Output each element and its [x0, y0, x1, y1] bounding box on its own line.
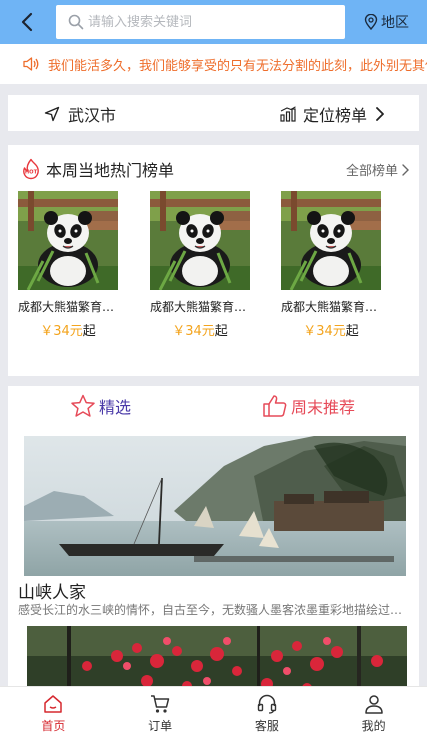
hot-card[interactable]: 成都大熊猫繁育研究基地 ￥34元起: [281, 191, 383, 339]
price-unit: 元: [201, 324, 215, 339]
price-amount: 34: [53, 324, 70, 339]
post-image[interactable]: [24, 436, 406, 576]
city-selector[interactable]: 武汉市: [44, 102, 116, 126]
panda-thumbnail: [281, 191, 381, 290]
price-unit: 元: [69, 324, 83, 339]
speaker-icon: [23, 57, 39, 71]
hot-badge-icon: HOT: [23, 158, 39, 180]
bar-chart-icon: [280, 106, 296, 122]
price-unit: 元: [332, 324, 346, 339]
hot-card[interactable]: 成都大熊猫繁育研究基地 ￥34元起: [150, 191, 252, 339]
price-amount: 34: [185, 324, 202, 339]
top-header: 地区: [0, 0, 427, 44]
user-icon: [364, 695, 383, 714]
all-rankings-label: 全部榜单: [345, 164, 398, 179]
hot-card-price: ￥34元起: [150, 320, 250, 339]
recommend-section: 精选 周末推荐 山峡人家 感受长江的水三峡的情怀，自古至今，无数骚人墨客浓墨重彩…: [8, 386, 419, 686]
hot-card-name: 成都大熊猫繁育研究基地: [150, 300, 252, 314]
page: 地区 我们能活多久，我们能够享受的只有无法分割的此刻，此外别无其他。 武汉市 定…: [0, 0, 427, 737]
chevron-right-icon: [402, 163, 409, 176]
hot-ranking-header: HOT 本周当地热门榜单: [20, 157, 174, 181]
hot-badge-text: HOT: [25, 170, 38, 176]
tab-featured-label: 精选: [99, 398, 132, 417]
city-bar: 武汉市 定位榜单: [8, 95, 419, 131]
price-currency: ￥: [172, 324, 186, 339]
tab-orders-label: 订单: [148, 719, 173, 733]
tab-home[interactable]: 首页: [0, 687, 107, 737]
tab-weekend-label: 周末推荐: [291, 398, 356, 417]
rank-label: 定位榜单: [302, 106, 367, 125]
hot-ranking-section: HOT 本周当地热门榜单 全部榜单 成都大熊猫繁育研 ￥34元起 成都大熊猫繁育…: [8, 145, 419, 376]
panda-thumbnail: [18, 191, 118, 290]
tab-orders[interactable]: 订单: [107, 687, 214, 737]
panda-thumbnail: [150, 191, 250, 290]
tab-service-label: 客服: [254, 719, 279, 733]
tab-profile-label: 我的: [361, 719, 386, 733]
price-suffix: 起: [82, 324, 96, 339]
headset-icon: [257, 694, 277, 714]
city-name: 武汉市: [68, 106, 117, 125]
hot-card-price: ￥34元起: [18, 320, 118, 339]
hot-card[interactable]: 成都大熊猫繁育研究基地 ￥34元起: [18, 191, 120, 339]
tab-service[interactable]: 客服: [214, 687, 321, 737]
home-icon: [44, 695, 63, 713]
search-input[interactable]: [88, 5, 338, 39]
search-icon: [68, 14, 84, 30]
post-title[interactable]: 山峡人家: [18, 578, 86, 603]
price-currency: ￥: [40, 324, 54, 339]
back-button[interactable]: [16, 9, 40, 35]
location-pin-icon: [364, 14, 378, 30]
tab-weekend[interactable]: 周末推荐: [262, 394, 355, 418]
chevron-right-icon: [376, 107, 384, 121]
hot-cards: 成都大熊猫繁育研究基地 ￥34元起: [18, 191, 418, 341]
bottom-tab-bar: 首页 订单 客服 我的: [0, 686, 427, 737]
price-suffix: 起: [345, 324, 359, 339]
region-label: 地区: [381, 15, 409, 31]
location-rank-link[interactable]: 定位榜单: [279, 102, 385, 126]
star-icon: [71, 394, 95, 417]
price-amount: 34: [316, 324, 333, 339]
price-suffix: 起: [214, 324, 228, 339]
hot-card-name: 成都大熊猫繁育研究基地: [281, 300, 383, 314]
cart-icon: [151, 695, 170, 713]
hot-card-name: 成都大熊猫繁育研究基地: [18, 300, 120, 314]
post-image-2[interactable]: [27, 626, 407, 686]
tab-featured[interactable]: 精选: [70, 394, 131, 418]
region-button[interactable]: 地区: [364, 11, 409, 33]
notice-text: 我们能活多久，我们能够享受的只有无法分割的此刻，此外别无其他。: [48, 59, 427, 74]
post-description: 感受长江的水三峡的情怀，自古至今，无数骚人墨客浓墨重彩地描绘过这里的山山水水。: [18, 603, 410, 617]
thumbs-up-icon: [263, 395, 287, 417]
all-rankings-link[interactable]: 全部榜单: [346, 160, 409, 179]
chevron-left-icon: [21, 12, 33, 32]
tab-profile[interactable]: 我的: [320, 687, 427, 737]
tab-home-label: 首页: [41, 719, 66, 733]
search-box[interactable]: [56, 5, 345, 39]
price-currency: ￥: [303, 324, 317, 339]
navigation-arrow-icon: [44, 106, 60, 122]
hot-ranking-title: 本周当地热门榜单: [46, 161, 175, 180]
notice-bar: 我们能活多久，我们能够享受的只有无法分割的此刻，此外别无其他。: [0, 44, 427, 84]
hot-card-price: ￥34元起: [281, 320, 381, 339]
